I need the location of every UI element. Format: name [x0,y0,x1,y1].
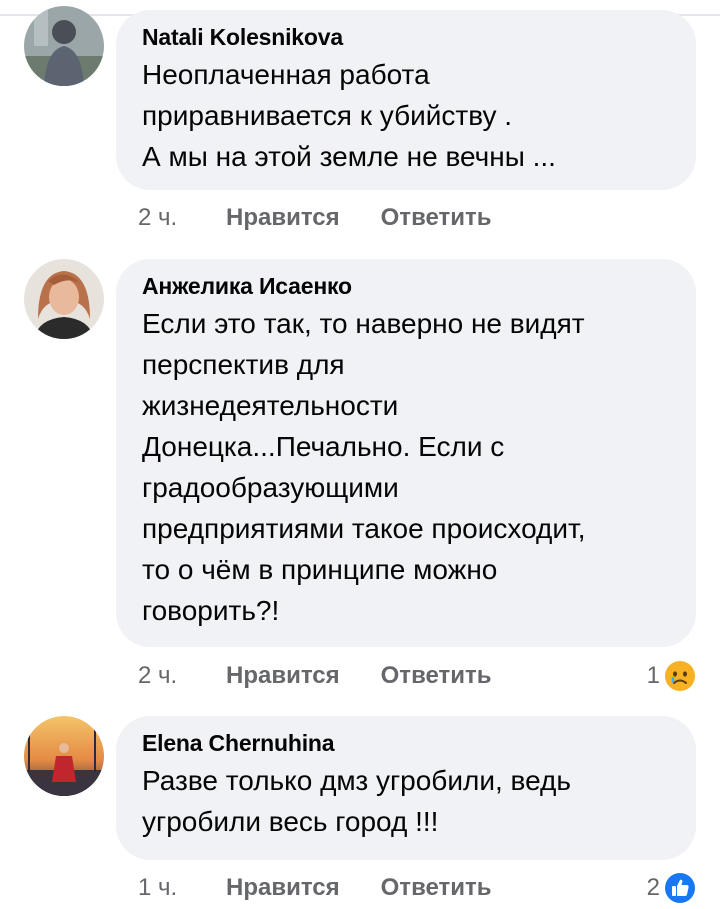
avatar-photo [24,716,104,796]
reaction-count: 1 [646,662,660,689]
comment-time[interactable]: 1 ч. [138,874,226,902]
like-button[interactable]: Нравится [226,204,340,232]
reaction-summary[interactable]: 2 [647,868,696,908]
avatar-photo [24,259,104,339]
comment-text: Разве только дмз угробили, ведь угробили… [142,765,571,837]
comment-bubble: Elena Chernuhina Разве только дмз угроби… [116,716,696,860]
comment-bubble: Анжелика Исаенко Если это так, то наверн… [116,259,696,647]
comment-actions: 1 ч. Нравится Ответить [138,868,492,908]
comment-author[interactable]: Elena Chernuhina [142,728,670,758]
comment-author[interactable]: Анжелика Исаенко [142,271,670,301]
comment-actions: 2 ч. Нравится Ответить [138,198,492,238]
like-button[interactable]: Нравится [226,662,340,690]
reply-button[interactable]: Ответить [381,662,492,690]
comment-time[interactable]: 2 ч. [138,662,226,690]
comment-time[interactable]: 2 ч. [138,204,226,232]
avatar-photo [24,6,104,86]
avatar[interactable] [24,716,104,796]
reply-button[interactable]: Ответить [381,874,492,902]
reply-button[interactable]: Ответить [381,204,492,232]
sad-face-icon [665,661,695,691]
avatar[interactable] [24,259,104,339]
thumbs-up-icon [665,873,695,903]
like-button[interactable]: Нравится [226,874,340,902]
reaction-summary[interactable]: 1 [647,656,696,696]
comment-author[interactable]: Natali Kolesnikova [142,22,670,52]
comment-actions: 2 ч. Нравится Ответить [138,656,492,696]
avatar[interactable] [24,6,104,86]
comment-text: Если это так, то наверно не видят перспе… [142,308,586,626]
comment-text: Неоплаченная работа приравнивается к уби… [142,59,556,172]
comment-bubble: Natali Kolesnikova Неоплаченная работа п… [116,10,696,190]
reaction-count: 2 [646,874,660,901]
